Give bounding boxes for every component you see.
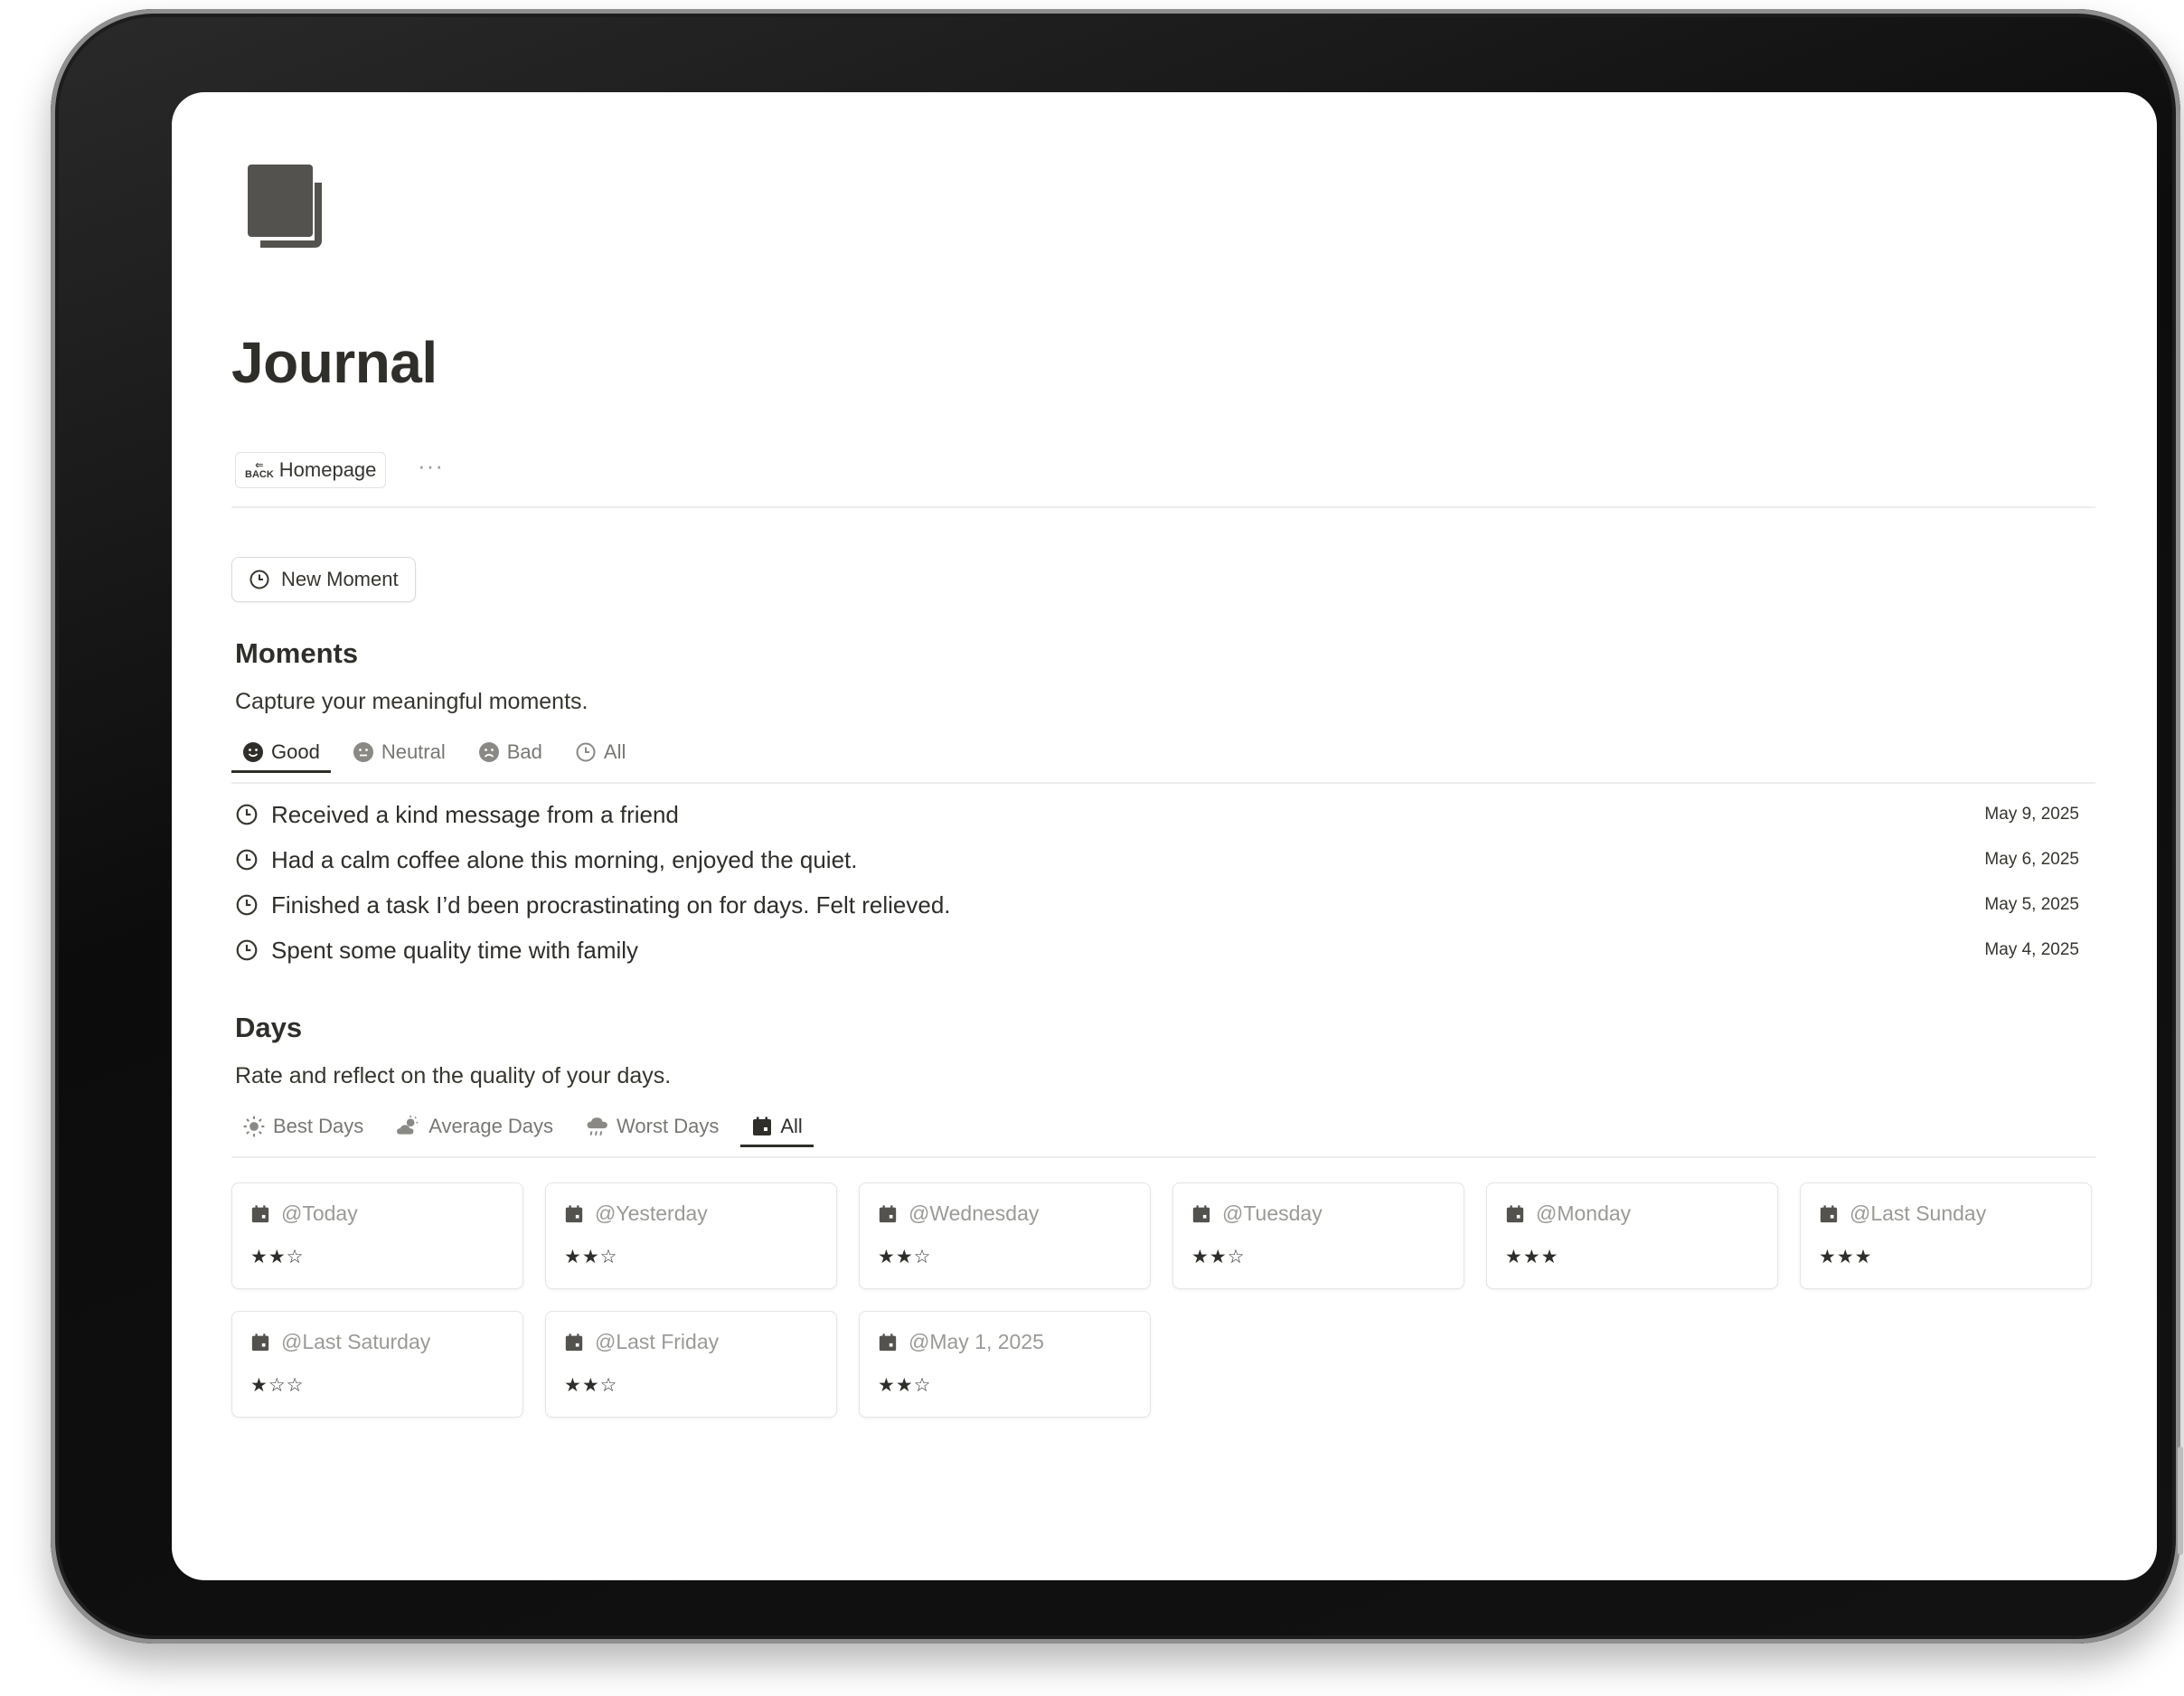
calendar-icon [251, 1204, 269, 1222]
day-card[interactable]: @Tuesday ★★☆ [1172, 1182, 1464, 1289]
star-rating: ★★★ [1505, 1247, 1559, 1267]
tab-label: Worst Days [617, 1115, 720, 1137]
tab-best-days[interactable]: Best Days [231, 1108, 374, 1147]
moment-row[interactable]: Spent some quality time with family May … [235, 928, 2079, 973]
tab-label: All [780, 1115, 803, 1137]
moment-title: Spent some quality time with family [271, 936, 639, 964]
tab-worst-days[interactable]: Worst Days [575, 1108, 730, 1147]
tab-label: Bad [506, 740, 542, 763]
sad-face-icon [478, 742, 499, 762]
star-rating: ★☆☆ [250, 1375, 305, 1396]
moments-heading: Moments [235, 637, 359, 669]
day-card[interactable]: @Today ★★☆ [231, 1182, 523, 1289]
star-rating: ★★☆ [878, 1375, 932, 1396]
moment-title: Had a calm coffee alone this morning, en… [271, 845, 858, 873]
calendar-icon [251, 1333, 269, 1351]
moment-date: May 5, 2025 [1984, 895, 2079, 914]
clock-icon [249, 570, 269, 589]
day-card[interactable]: @Last Sunday ★★★ [1800, 1182, 2092, 1289]
calendar-icon [753, 1117, 772, 1135]
back-icon: ⇐ BACK [245, 460, 274, 480]
neutral-face-icon [353, 742, 373, 762]
day-title: @Last Friday [595, 1330, 720, 1353]
moments-tabs: Good Neutral Bad All [231, 734, 636, 773]
tab-all[interactable]: All [564, 734, 636, 773]
tablet-frame: Journal ⇐ BACK Homepage ··· New Moment Mo… [51, 9, 2183, 1644]
day-title: @Wednesday [908, 1201, 1040, 1225]
tabs-divider [231, 782, 2095, 784]
homepage-label: Homepage [278, 458, 377, 481]
tab-label: Best Days [273, 1115, 364, 1137]
tab-average-days[interactable]: Average Days [385, 1108, 564, 1147]
calendar-icon [565, 1333, 583, 1351]
moment-title: Received a kind message from a friend [271, 800, 679, 828]
day-card[interactable]: @Wednesday ★★☆ [859, 1182, 1151, 1289]
clock-icon [236, 804, 258, 825]
clock-icon [236, 849, 258, 871]
calendar-icon [1192, 1204, 1210, 1222]
calendar-icon [565, 1204, 583, 1222]
moment-row[interactable]: Received a kind message from a friend Ma… [235, 792, 2079, 837]
tab-label: Average Days [428, 1115, 554, 1137]
day-card[interactable]: @Yesterday ★★☆ [545, 1182, 837, 1289]
calendar-icon [1506, 1204, 1524, 1222]
star-rating: ★★☆ [564, 1375, 618, 1396]
tab-all-days[interactable]: All [740, 1108, 814, 1147]
days-description: Rate and reflect on the quality of your … [235, 1063, 672, 1088]
moment-title: Finished a task I’d been procrastinating… [271, 890, 951, 919]
clock-icon [576, 742, 596, 762]
day-title: @Today [281, 1201, 358, 1225]
moment-date: May 9, 2025 [1984, 805, 2079, 824]
tab-neutral[interactable]: Neutral [342, 734, 457, 773]
day-title: @Last Sunday [1850, 1201, 1987, 1225]
day-card[interactable]: @Last Friday ★★☆ [545, 1311, 837, 1418]
smile-icon [243, 742, 263, 762]
day-card[interactable]: @May 1, 2025 ★★☆ [859, 1311, 1151, 1418]
tab-label: Good [271, 740, 320, 763]
moments-description: Capture your meaningful moments. [235, 689, 588, 714]
tab-label: Neutral [381, 740, 446, 763]
star-rating: ★★★ [1819, 1247, 1873, 1267]
page-stack-icon [248, 165, 322, 248]
side-button [2178, 1446, 2183, 1555]
moment-row[interactable]: Had a calm coffee alone this morning, en… [235, 837, 2079, 882]
clock-icon [236, 939, 258, 961]
star-rating: ★★☆ [250, 1247, 305, 1267]
calendar-icon [879, 1204, 897, 1222]
tab-good[interactable]: Good [231, 734, 331, 773]
sun-icon [243, 1116, 265, 1137]
more-options-button[interactable]: ··· [418, 452, 444, 480]
divider [231, 506, 2095, 508]
day-title: @Yesterday [595, 1201, 708, 1225]
moments-list: Received a kind message from a friend Ma… [235, 792, 2079, 973]
tab-label: All [603, 740, 626, 763]
moment-date: May 6, 2025 [1984, 850, 2079, 869]
days-tabs: Best Days Average Days Worst Days All [231, 1108, 814, 1147]
calendar-icon [879, 1333, 897, 1351]
new-moment-label: New Moment [281, 568, 399, 590]
star-rating: ★★☆ [878, 1247, 932, 1267]
moment-date: May 4, 2025 [1984, 940, 2079, 959]
new-moment-button[interactable]: New Moment [231, 557, 416, 602]
calendar-icon [1820, 1204, 1838, 1222]
rain-cloud-icon [587, 1117, 607, 1135]
day-title: @Last Saturday [281, 1330, 431, 1353]
day-title: @Tuesday [1222, 1201, 1323, 1225]
page-title: Journal [231, 330, 438, 395]
days-heading: Days [235, 1012, 303, 1043]
tabs-divider [231, 1156, 2095, 1158]
tab-bad[interactable]: Bad [467, 734, 553, 773]
day-card[interactable]: @Last Saturday ★☆☆ [231, 1311, 523, 1418]
clock-icon [236, 894, 258, 916]
homepage-link[interactable]: ⇐ BACK Homepage [235, 452, 387, 488]
days-gallery: @Today ★★☆ @Yesterday ★★☆ @Wednesday ★★☆… [231, 1182, 2103, 1418]
star-rating: ★★☆ [564, 1247, 618, 1267]
star-rating: ★★☆ [1191, 1247, 1246, 1267]
day-title: @May 1, 2025 [908, 1330, 1044, 1353]
cloud-sun-icon [397, 1116, 419, 1135]
screen: Journal ⇐ BACK Homepage ··· New Moment Mo… [172, 92, 2157, 1580]
day-card[interactable]: @Monday ★★★ [1486, 1182, 1778, 1289]
day-title: @Monday [1536, 1201, 1632, 1225]
moment-row[interactable]: Finished a task I’d been procrastinating… [235, 882, 2079, 928]
